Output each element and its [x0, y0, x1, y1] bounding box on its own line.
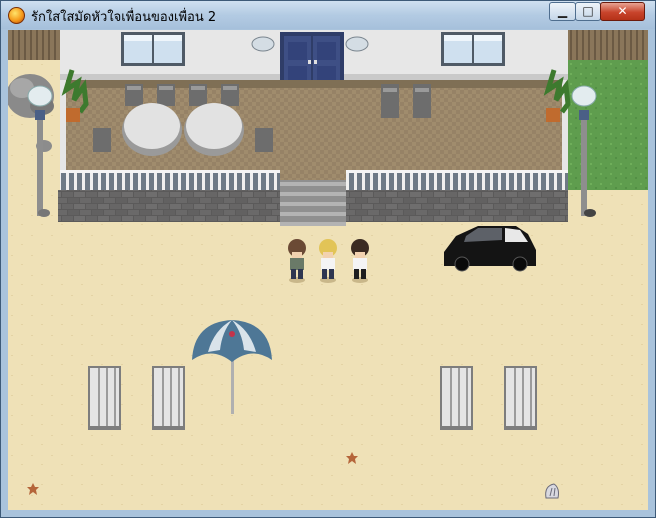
- sun-lounger: [88, 366, 121, 430]
- house-window: [121, 32, 185, 66]
- window-title: รักใสใสมัดหัวใจเพื่อนของเพื่อน 2: [31, 10, 217, 25]
- front-steps: [280, 180, 346, 226]
- wall-lamp: [345, 36, 369, 52]
- deck-chair: [221, 84, 239, 106]
- deck-chair: [413, 84, 431, 118]
- game-window: รักใสใสมัดหัวใจเพื่อนของเพื่อน 2 ▁ □ ✕: [0, 0, 656, 518]
- game-map: [8, 30, 648, 510]
- deck-chair: [189, 84, 207, 106]
- round-table: [184, 103, 244, 156]
- grass-patch: [568, 60, 648, 190]
- game-viewport[interactable]: [8, 30, 648, 510]
- sun-lounger: [440, 366, 473, 430]
- maximize-icon: □: [582, 4, 594, 18]
- deck-chair: [125, 84, 143, 106]
- deck-chair: [255, 128, 273, 152]
- sun-lounger: [504, 366, 537, 430]
- deck-chair: [93, 128, 111, 152]
- right-wood-fence: [568, 30, 648, 60]
- stone-foundation: [346, 190, 568, 222]
- close-button[interactable]: ✕: [600, 2, 645, 21]
- close-icon: ✕: [617, 4, 628, 18]
- app-orb-icon: [8, 7, 25, 24]
- title-bar[interactable]: รักใสใสมัดหัวใจเพื่อนของเพื่อน 2 ▁ □ ✕: [1, 1, 655, 29]
- round-table: [122, 103, 182, 156]
- sun-lounger: [152, 366, 185, 430]
- stone-foundation: [58, 190, 280, 222]
- deck-chair: [381, 84, 399, 118]
- house-window: [441, 32, 505, 66]
- minimize-button[interactable]: ▁: [549, 2, 576, 21]
- left-wood-fence: [8, 30, 60, 60]
- wall-lamp: [251, 36, 275, 52]
- maximize-button[interactable]: □: [575, 2, 601, 21]
- minimize-icon: ▁: [557, 4, 568, 18]
- deck-chair: [157, 84, 175, 106]
